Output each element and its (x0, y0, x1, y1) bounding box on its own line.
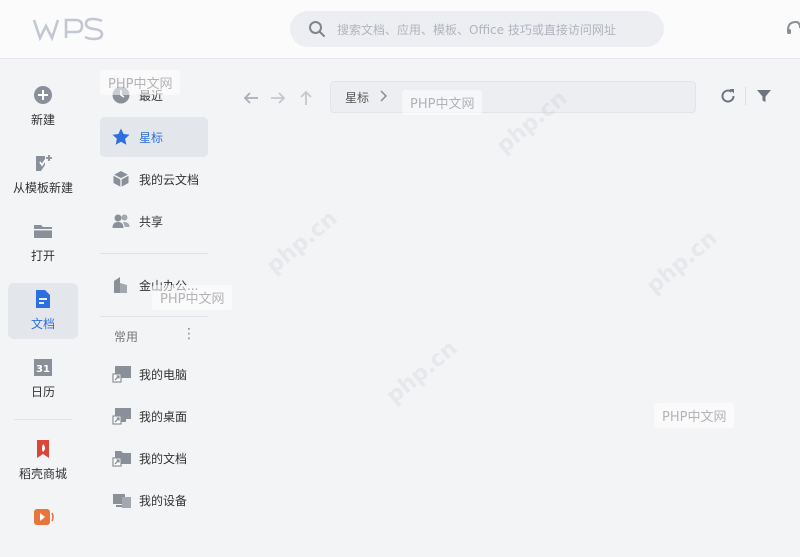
nav-label: 最近 (139, 89, 164, 103)
refresh-icon[interactable] (719, 87, 737, 105)
rail-item-open[interactable]: 打开 (8, 215, 78, 271)
folder-icon (33, 221, 53, 241)
rail-item-calendar[interactable]: 31 日历 (8, 351, 78, 407)
template-icon (33, 153, 53, 173)
rail-label: 日历 (30, 385, 55, 399)
wps-logo (32, 16, 104, 42)
rail-item-new[interactable]: 新建 (8, 79, 78, 135)
nav-divider (100, 316, 208, 317)
nav-item-recent[interactable]: 最近 (100, 75, 208, 115)
search-icon (308, 20, 326, 38)
nav-divider (100, 253, 208, 254)
nav-item-my-computer[interactable]: 我的电脑 (100, 354, 208, 394)
plus-circle-icon (33, 85, 53, 105)
nav-label: 星标 (139, 131, 164, 145)
filter-icon[interactable] (755, 87, 773, 105)
cloud-box-icon (112, 170, 130, 188)
building-icon (112, 276, 130, 294)
nav-item-shared[interactable]: 共享 (100, 201, 208, 241)
nav-label: 我的电脑 (139, 368, 188, 382)
docer-shop-icon (33, 439, 53, 459)
documents-folder-icon (112, 449, 131, 467)
nav-item-starred[interactable]: 星标 (100, 117, 208, 157)
rail-label: 打开 (30, 249, 55, 263)
share-users-icon (112, 212, 130, 230)
nav-label: 我的云文档 (139, 173, 200, 187)
devices-icon (112, 491, 131, 509)
headset-icon[interactable] (786, 20, 800, 36)
title-bar: 搜索文档、应用、模板、Office 技巧或直接访问网址 (0, 0, 800, 59)
toolbar-divider (745, 87, 746, 105)
nav-label: 我的设备 (139, 494, 188, 508)
nav-label: 金山办公... (139, 279, 199, 293)
more-options-icon[interactable]: ⋮ (182, 325, 196, 343)
rail-label: 稻壳商城 (18, 467, 67, 481)
chevron-right-icon (379, 89, 389, 103)
nav-label: 我的桌面 (139, 410, 188, 424)
video-course-icon (33, 507, 54, 527)
nav-item-my-documents[interactable]: 我的文档 (100, 438, 208, 478)
svg-text:31: 31 (36, 364, 50, 375)
path-bar[interactable]: 星标 (330, 81, 696, 113)
star-icon (112, 128, 130, 146)
nav-label: 我的文档 (139, 452, 188, 466)
nav-label: 共享 (139, 215, 164, 229)
rail-label: 从模板新建 (12, 181, 73, 195)
search-box[interactable]: 搜索文档、应用、模板、Office 技巧或直接访问网址 (290, 11, 664, 47)
search-placeholder: 搜索文档、应用、模板、Office 技巧或直接访问网址 (337, 23, 616, 37)
calendar-icon: 31 (33, 357, 53, 377)
nav-item-my-devices[interactable]: 我的设备 (100, 480, 208, 520)
nav-column: 最近 星标 我的云文档 共享 金山办公... 常用 ⋮ 我的电脑 我的桌面 我的… (86, 59, 222, 528)
rail-item-new-from-template[interactable]: 从模板新建 (8, 147, 78, 203)
nav-item-my-desktop[interactable]: 我的桌面 (100, 396, 208, 436)
rail-label: 文档 (30, 317, 55, 331)
document-icon (33, 289, 53, 309)
up-arrow-icon[interactable] (297, 89, 315, 107)
rail-item-video[interactable] (8, 501, 78, 557)
left-rail: 新建 从模板新建 打开 文档 31 日历 稻壳商城 (0, 59, 86, 528)
rail-item-docer-shop[interactable]: 稻壳商城 (8, 433, 78, 489)
section-title-common: 常用 (114, 330, 139, 344)
nav-item-cloud-docs[interactable]: 我的云文档 (100, 159, 208, 199)
forward-arrow-icon[interactable] (269, 89, 287, 107)
rail-divider (14, 419, 72, 420)
nav-item-kingsoft-office[interactable]: 金山办公... (100, 265, 208, 305)
file-browser: 星标 (222, 59, 800, 528)
breadcrumb-starred[interactable]: 星标 (345, 89, 369, 106)
rail-item-documents[interactable]: 文档 (8, 283, 78, 339)
rail-label: 新建 (30, 113, 55, 127)
back-arrow-icon[interactable] (242, 89, 260, 107)
clock-icon (112, 86, 130, 104)
computer-shortcut-icon (112, 365, 131, 383)
desktop-shortcut-icon (112, 407, 131, 425)
